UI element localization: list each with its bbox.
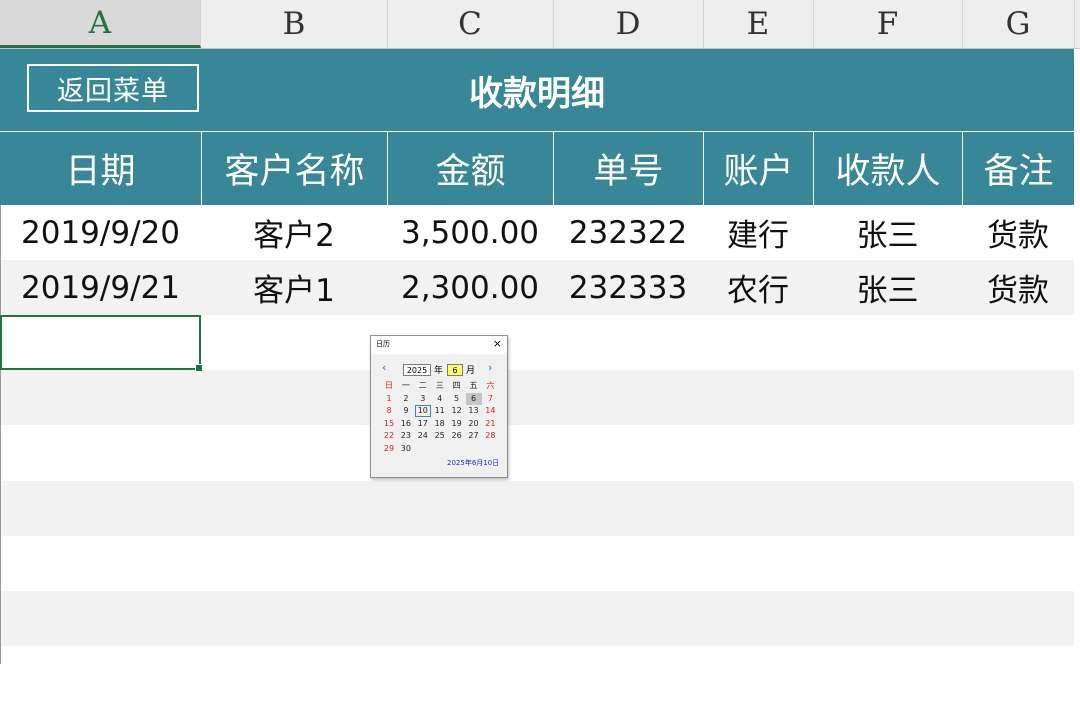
cell-order-number[interactable]: 232333 [553,260,703,315]
calendar-day[interactable]: 12 [449,405,465,417]
column-header-d[interactable]: D [553,0,704,48]
cell-payee[interactable]: 张三 [813,260,962,315]
cell-customer-name[interactable]: 客户1 [201,260,387,315]
empty-row[interactable] [0,425,1074,480]
chevron-right-icon[interactable]: › [488,362,492,373]
calendar-day[interactable]: 16 [398,418,414,430]
empty-row[interactable] [0,646,1074,701]
calendar-popup[interactable]: 日历 × ‹ 2025 年 6 月 › 日一二三四五六 1 2 3 4 5 6 7 8 9 10 11… [370,335,508,478]
column-header-bar: A B C D E F G [0,0,1080,49]
cell-note[interactable]: 货款 [962,205,1074,260]
calendar-day[interactable]: 5 [449,393,465,405]
fill-handle[interactable] [195,364,203,372]
calendar-today-link[interactable]: 2025年6月10日 [447,458,499,468]
calendar-day[interactable]: 14 [482,405,498,417]
empty-row[interactable] [0,591,1074,646]
calendar-day[interactable]: 1 [381,393,397,405]
header-order-number[interactable]: 单号 [554,132,704,205]
calendar-day[interactable]: 19 [449,418,465,430]
calendar-day[interactable]: 17 [415,418,431,430]
calendar-day[interactable]: 21 [482,418,498,430]
weekday-header: 三 [435,381,444,390]
title-band: 返回菜单 收款明细 [0,49,1074,131]
column-header-f[interactable]: F [813,0,963,48]
calendar-day[interactable]: 8 [381,405,397,417]
close-icon[interactable]: × [493,337,502,351]
calendar-day[interactable]: 15 [381,418,397,430]
calendar-day[interactable]: 29 [381,443,397,455]
header-payee[interactable]: 收款人 [814,132,963,205]
month-field[interactable]: 6 [447,364,463,376]
selected-cell[interactable] [0,315,203,372]
table-row: 2019/9/21 客户1 2,300.00 232333 农行 张三 货款 [0,260,1074,315]
calendar-day[interactable]: 23 [398,430,414,442]
calendar-day[interactable]: 20 [466,418,482,430]
cell-date[interactable]: 2019/9/20 [0,205,201,260]
column-header-a[interactable]: A [0,0,201,48]
empty-row[interactable] [0,370,1074,425]
back-to-menu-button[interactable]: 返回菜单 [27,64,199,112]
cell-amount[interactable]: 3,500.00 [387,205,553,260]
calendar-day[interactable]: 22 [381,430,397,442]
cell-date[interactable]: 2019/9/21 [0,260,201,315]
column-header-b[interactable]: B [201,0,388,48]
column-header-e[interactable]: E [703,0,814,48]
calendar-day[interactable]: 26 [449,430,465,442]
sheet-title: 收款明细 [469,73,605,114]
calendar-day[interactable]: 3 [415,393,431,405]
table-header-row: 日期 客户名称 金额 单号 账户 收款人 备注 [0,132,1074,205]
empty-row[interactable] [0,481,1074,536]
cell-account[interactable]: 农行 [703,260,813,315]
cell-note[interactable]: 货款 [962,260,1074,315]
empty-row[interactable] [0,536,1074,591]
calendar-day[interactable]: 7 [482,393,498,405]
year-field[interactable]: 2025 [403,364,431,376]
column-header-g[interactable]: G [962,0,1075,48]
weekday-header: 一 [401,381,410,390]
calendar-day[interactable]: 25 [432,430,448,442]
column-header-c[interactable]: C [387,0,554,48]
cell-order-number[interactable]: 232322 [553,205,703,260]
calendar-day[interactable]: 24 [415,430,431,442]
cell-account[interactable]: 建行 [703,205,813,260]
table-row: 2019/9/20 客户2 3,500.00 232322 建行 张三 货款 [0,205,1074,260]
month-label: 月 [466,366,476,376]
header-amount[interactable]: 金额 [388,132,554,205]
sheet-left-border [0,205,1,664]
calendar-day[interactable]: 18 [432,418,448,430]
weekday-header: 四 [452,381,461,390]
calendar-day[interactable]: 9 [398,405,414,417]
calendar-day[interactable]: 30 [398,443,414,455]
header-date[interactable]: 日期 [0,132,202,205]
calendar-day[interactable]: 13 [466,405,482,417]
calendar-day[interactable]: 4 [432,393,448,405]
calendar-day[interactable]: 11 [432,405,448,417]
calendar-day[interactable]: 6 [465,392,482,405]
weekday-header: 六 [486,381,495,390]
header-customer-name[interactable]: 客户名称 [202,132,388,205]
header-note[interactable]: 备注 [963,132,1074,205]
weekday-header: 五 [469,381,478,390]
calendar-day[interactable]: 10 [414,405,431,417]
cell-payee[interactable]: 张三 [813,205,962,260]
header-account[interactable]: 账户 [704,132,814,205]
cell-amount[interactable]: 2,300.00 [387,260,553,315]
calendar-day[interactable]: 2 [398,393,414,405]
calendar-title: 日历 [376,340,390,348]
calendar-titlebar[interactable]: 日历 × [371,336,507,354]
cell-customer-name[interactable]: 客户2 [201,205,387,260]
calendar-day[interactable]: 28 [482,430,498,442]
year-label: 年 [434,366,444,376]
chevron-left-icon[interactable]: ‹ [382,362,386,373]
weekday-header: 二 [418,381,427,390]
weekday-header: 日 [385,381,393,390]
calendar-day[interactable]: 27 [466,430,482,442]
